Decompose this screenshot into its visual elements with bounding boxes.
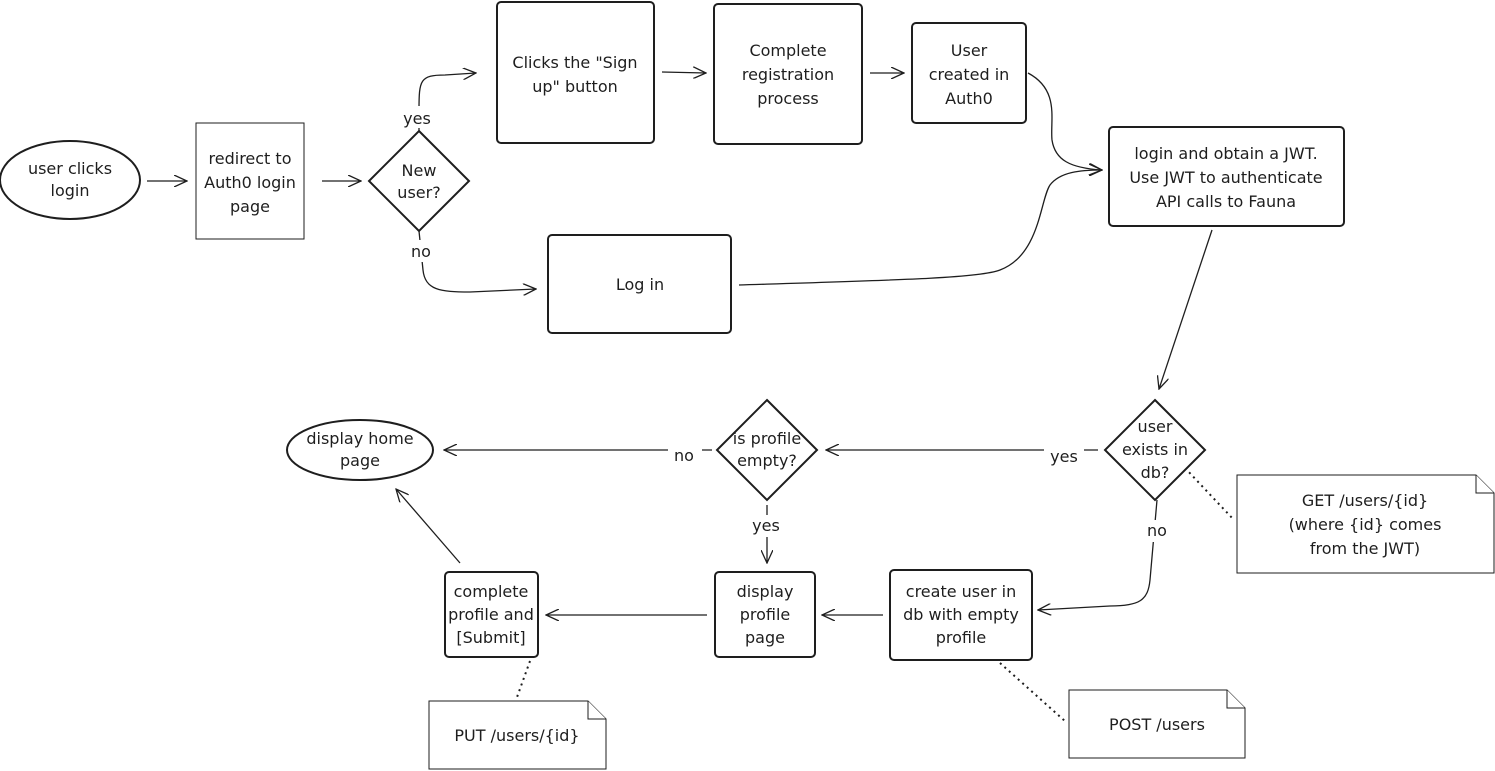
note-put-users: PUT /users/{id} xyxy=(428,700,607,770)
node-user-created-auth0: User created in Auth0 xyxy=(911,22,1027,124)
link-exists-get xyxy=(1184,467,1235,521)
svg-text:login and obtain a JWT.Use JWT: login and obtain a JWT. Use JWT to authen… xyxy=(1129,144,1322,211)
link-createuser-post xyxy=(999,662,1067,723)
svg-text:Log in: Log in xyxy=(616,275,664,294)
svg-text:displayprofilepage: display profile page xyxy=(737,582,794,647)
node-create-user: create user in db with empty profile xyxy=(889,569,1033,661)
node-user-clicks-login: user clicks login xyxy=(0,140,141,220)
edge-jwt-exists xyxy=(1159,229,1213,389)
edge-label-no: no xyxy=(674,446,694,465)
edges xyxy=(147,72,1235,723)
node-complete-profile: complete profile and [Submit] xyxy=(444,571,539,658)
node-display-home: display home page xyxy=(286,419,434,481)
decision-new-user: New user? xyxy=(367,129,471,233)
node-obtain-jwt: login and obtain a JWT. Use JWT to authen… xyxy=(1108,126,1345,227)
svg-text:POST /users: POST /users xyxy=(1109,715,1205,734)
node-log-in: Log in xyxy=(547,234,732,334)
note-get-users: GET /users/{id} (where {id} comes from the… xyxy=(1236,474,1495,574)
node-redirect-auth0: redirect to Auth0 login page xyxy=(195,122,305,240)
node-clicks-signup: Clicks the "Sign up" button xyxy=(496,1,655,144)
svg-text:completeprofile and[Submit]: complete profile and [Submit] xyxy=(448,582,534,647)
edge-label-yes: yes xyxy=(403,109,431,128)
node-display-profile: display profile page xyxy=(714,571,816,658)
edge-login-jwt xyxy=(738,170,1102,286)
svg-text:PUT /users/{id}: PUT /users/{id} xyxy=(454,726,579,745)
decision-profile-empty: is profile empty? xyxy=(715,398,819,502)
svg-text:GET /users/{id}(where {id} com: GET /users/{id} (where {id} comes from the… xyxy=(1289,491,1442,558)
edge-label-no: no xyxy=(411,242,431,261)
edge-complete-home xyxy=(396,489,461,564)
decision-user-exists: user exists in db? xyxy=(1103,398,1207,502)
edge-created-jwt xyxy=(1027,72,1102,170)
edge-label-yes: yes xyxy=(752,516,780,535)
edge-label-yes: yes xyxy=(1050,447,1078,466)
note-post-users: POST /users xyxy=(1068,689,1246,759)
flowchart: yes no yes no yes no user clicks login re… xyxy=(0,1,1495,770)
edge-label-no: no xyxy=(1147,521,1167,540)
link-complete-put xyxy=(515,660,531,701)
edge-signup-registration xyxy=(661,72,706,73)
node-complete-registration: Complete registration process xyxy=(713,3,863,145)
edge-exists-createuser xyxy=(1038,499,1158,610)
